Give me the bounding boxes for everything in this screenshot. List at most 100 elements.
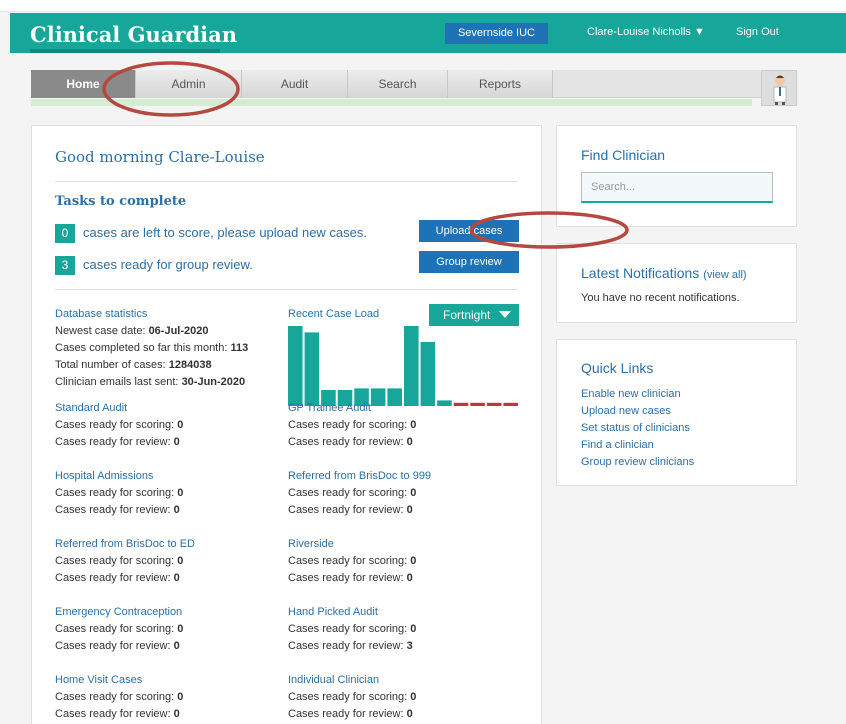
chart-bar — [404, 326, 419, 406]
database-statistics-title[interactable]: Database statistics — [55, 306, 248, 323]
app-header: Clinical Guardian Severnside IUC Clare-L… — [10, 13, 846, 53]
chart-bar — [420, 342, 436, 406]
audit-title[interactable]: Individual Clinician — [288, 672, 416, 689]
cases-ready-for-review: 0 — [173, 640, 180, 652]
audit-title[interactable]: Riverside — [288, 536, 416, 553]
cases-ready-for-scoring: 0 — [410, 555, 417, 567]
brand-underline — [30, 49, 220, 53]
audit-block: Individual Clinician Cases ready for scor… — [288, 672, 417, 720]
cases-completed-month: 113 — [230, 342, 249, 354]
quick-links-card: Quick Links Enable new clinician Upload … — [556, 339, 797, 486]
cases-ready-for-scoring: 0 — [410, 691, 417, 703]
chart-bar — [486, 402, 502, 406]
chevron-down-icon — [499, 311, 511, 318]
audit-block: Emergency Contraception Cases ready for s… — [55, 604, 184, 652]
audit-block: Hospital Admissions Cases ready for scori… — [55, 468, 184, 516]
main-nav: Home Admin Audit Search Reports — [31, 70, 797, 98]
find-clinician-card: Find Clinician Search... — [556, 125, 797, 227]
audit-title[interactable]: Hand Picked Audit — [288, 604, 416, 621]
notifications-card: Latest Notifications (view all) You have… — [556, 243, 797, 323]
cases-ready-for-review: 0 — [173, 504, 180, 516]
audit-block: Riverside Cases ready for scoring: 0 Cases… — [288, 536, 417, 584]
organisation-button[interactable]: Severnside IUC — [445, 23, 548, 44]
tasks-title: Tasks to complete — [55, 194, 187, 209]
recent-case-load-chart — [288, 326, 518, 406]
no-notifications-text: You have no recent notifications. — [581, 292, 740, 304]
audit-block: Hand Picked Audit Cases ready for scoring… — [288, 604, 417, 652]
total-cases: 1284038 — [168, 359, 212, 371]
audit-title[interactable]: Home Visit Cases — [55, 672, 183, 689]
nav-subbar — [31, 99, 752, 106]
audit-block: GP Trainee Audit Cases ready for scoring:… — [288, 400, 417, 448]
notifications-title: Latest Notifications (view all) — [581, 265, 747, 281]
cases-ready-for-scoring: 0 — [410, 487, 417, 499]
audit-title[interactable]: Referred from BrisDoc to 999 — [288, 468, 431, 485]
group-review-button[interactable]: Group review — [419, 251, 519, 273]
quick-link-group-review[interactable]: Group review clinicians — [581, 454, 694, 471]
audit-block: Referred from BrisDoc to 999 Cases ready … — [288, 468, 432, 516]
dashboard-card: Good morning Clare-Louise Tasks to compl… — [31, 125, 542, 724]
audit-title[interactable]: Emergency Contraception — [55, 604, 183, 621]
user-menu[interactable]: Clare-Louise Nicholls ▼ — [587, 26, 705, 38]
emails-last-sent: 30-Jun-2020 — [181, 376, 246, 388]
audit-title[interactable]: GP Trainee Audit — [288, 400, 416, 417]
browser-top-line — [0, 0, 846, 12]
cases-ready-for-review: 0 — [406, 436, 413, 448]
sign-out-link[interactable]: Sign Out — [736, 26, 779, 38]
cases-ready-for-scoring: 0 — [177, 555, 184, 567]
cases-to-score-count: 0 — [55, 224, 75, 243]
audit-block: Referred from BrisDoc to ED Cases ready f… — [55, 536, 195, 584]
divider — [55, 289, 518, 290]
chart-bar — [304, 332, 320, 406]
audit-title[interactable]: Standard Audit — [55, 400, 183, 417]
cases-ready-for-review: 0 — [173, 436, 180, 448]
newest-case-date: 06-Jul-2020 — [148, 325, 209, 337]
find-clinician-title: Find Clinician — [581, 147, 666, 163]
database-statistics: Database statistics Newest case date: 06… — [55, 306, 249, 388]
audit-title[interactable]: Hospital Admissions — [55, 468, 183, 485]
group-review-text: cases ready for group review. — [83, 257, 253, 272]
chart-bar — [288, 326, 303, 406]
doctor-avatar-icon[interactable] — [761, 70, 797, 106]
group-review-count: 3 — [55, 256, 75, 275]
chart-bar — [470, 402, 485, 406]
divider — [55, 181, 518, 182]
view-all-link[interactable]: (view all) — [703, 269, 746, 281]
upload-cases-button[interactable]: Upload cases — [419, 220, 519, 242]
tab-reports[interactable]: Reports — [448, 70, 553, 98]
cases-ready-for-review: 0 — [173, 572, 180, 584]
cases-ready-for-review: 0 — [406, 572, 413, 584]
chart-bar — [453, 402, 469, 406]
quick-links-list: Enable new clinician Upload new cases Se… — [581, 386, 694, 471]
cases-ready-for-review: 0 — [406, 708, 413, 720]
tab-audit[interactable]: Audit — [242, 70, 348, 98]
period-select-button[interactable]: Fortnight — [429, 304, 519, 326]
quick-link-find-clinician[interactable]: Find a clinician — [581, 437, 694, 454]
cases-ready-for-scoring: 0 — [410, 419, 417, 431]
cases-ready-for-scoring: 0 — [177, 691, 184, 703]
tab-home[interactable]: Home — [31, 70, 136, 98]
quick-links-title: Quick Links — [581, 360, 654, 376]
greeting-heading: Good morning Clare-Louise — [55, 148, 265, 166]
audit-title[interactable]: Referred from BrisDoc to ED — [55, 536, 195, 553]
cases-ready-for-scoring: 0 — [177, 419, 184, 431]
tab-search[interactable]: Search — [348, 70, 448, 98]
clinician-search-input[interactable]: Search... — [581, 172, 773, 203]
quick-link-set-status[interactable]: Set status of clinicians — [581, 420, 694, 437]
cases-ready-for-review: 0 — [173, 708, 180, 720]
cases-ready-for-scoring: 0 — [410, 623, 417, 635]
cases-ready-for-review: 0 — [406, 504, 413, 516]
brand-title[interactable]: Clinical Guardian — [30, 22, 237, 47]
audit-block: Standard Audit Cases ready for scoring: 0… — [55, 400, 184, 448]
cases-to-score-text: cases are left to score, please upload n… — [83, 225, 367, 240]
cases-ready-for-scoring: 0 — [177, 487, 184, 499]
quick-link-enable-clinician[interactable]: Enable new clinician — [581, 386, 694, 403]
audit-block: Home Visit Cases Cases ready for scoring:… — [55, 672, 184, 720]
quick-link-upload-cases[interactable]: Upload new cases — [581, 403, 694, 420]
chart-bar — [503, 402, 518, 406]
tab-admin[interactable]: Admin — [136, 70, 242, 98]
chart-bar — [437, 400, 452, 406]
recent-case-load-label: Recent Case Load — [288, 308, 380, 320]
cases-ready-for-review: 3 — [406, 640, 413, 652]
cases-ready-for-scoring: 0 — [177, 623, 184, 635]
